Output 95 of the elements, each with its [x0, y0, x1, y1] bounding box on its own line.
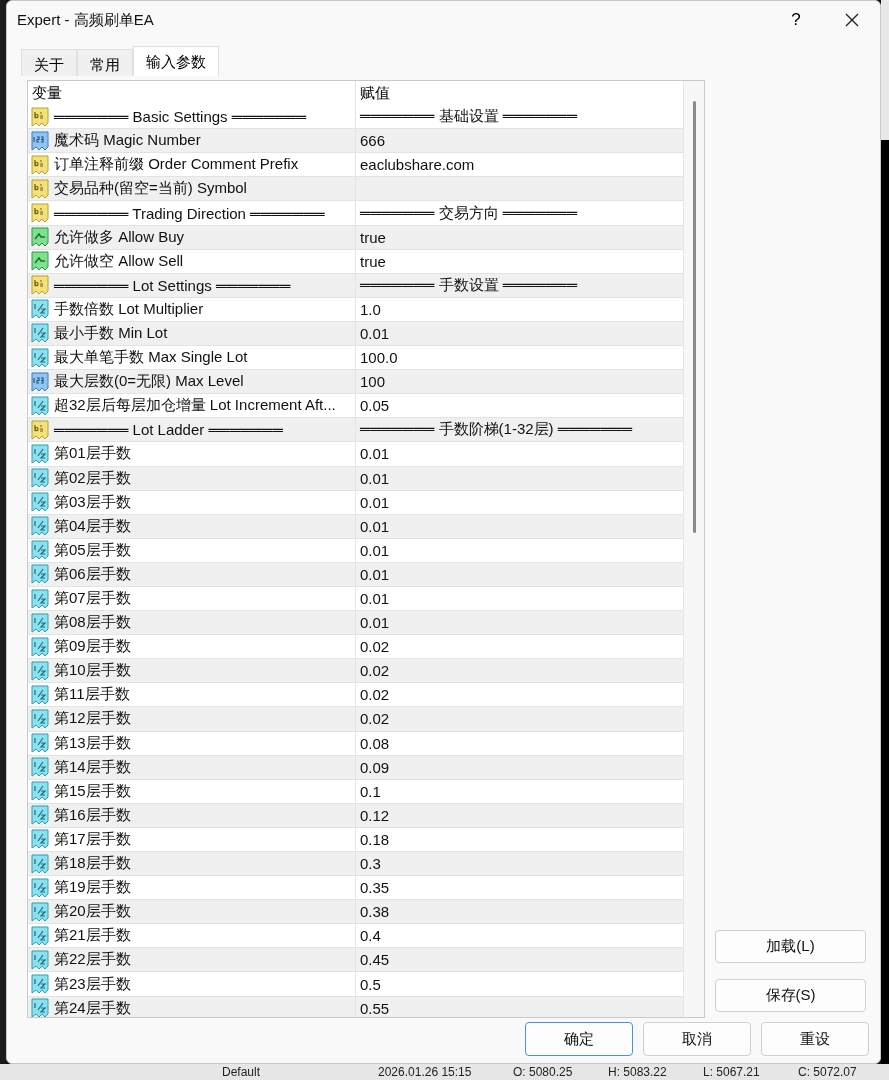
parameter-value[interactable]: 0.4	[360, 927, 381, 945]
parameter-name: 第07层手数	[54, 589, 131, 608]
parameter-value[interactable]: eaclubshare.com	[360, 156, 475, 174]
status-text: C: 5072.07	[798, 1064, 858, 1080]
parameter-value[interactable]: 0.08	[360, 734, 390, 752]
parameter-name: 第05层手数	[54, 540, 131, 560]
parameter-name: 魔术码 Magic Number	[54, 131, 201, 151]
parameter-name: 第18层手数	[54, 854, 131, 874]
parameter-name: 第20层手数	[54, 902, 131, 922]
parameter-value[interactable]: 0.01	[360, 325, 390, 342]
parameter-value[interactable]: 0.01	[360, 565, 390, 583]
parameter-name: 手数倍数 Lot Multiplier	[54, 299, 204, 319]
parameter-name: 允许做多 Allow Buy	[54, 227, 185, 247]
parameter-name: ═══════ Lot Settings ═══════	[54, 276, 291, 294]
parameter-value[interactable]: 0.01	[360, 590, 390, 607]
parameter-value[interactable]: 0.18	[360, 830, 390, 848]
parameter-value[interactable]: ═══════ 手数阶梯(1-32层) ═══════	[360, 420, 633, 440]
status-text: H: 5083.22	[608, 1064, 668, 1080]
parameter-name: 第22层手数	[54, 950, 131, 970]
parameter-name: 第06层手数	[54, 564, 131, 584]
parameter-value[interactable]: 0.45	[360, 951, 390, 969]
parameter-value[interactable]: 0.01	[360, 541, 390, 559]
parameter-name: 最小手数 Min Lot	[54, 324, 168, 343]
parameter-name: 第03层手数	[54, 492, 131, 512]
parameter-value[interactable]: 0.01	[360, 493, 390, 511]
status-text: L: 5067.21	[703, 1064, 761, 1080]
parameter-name: 第19层手数	[54, 878, 131, 898]
parameter-value[interactable]: 0.01	[360, 517, 390, 535]
status-text: Default	[222, 1064, 262, 1080]
parameter-name: 第04层手数	[54, 516, 131, 536]
tab[interactable]: 常用	[77, 49, 133, 76]
parameter-value[interactable]: 0.01	[360, 445, 390, 463]
parameter-value[interactable]: 0.02	[360, 662, 390, 680]
parameter-value[interactable]: 0.09	[360, 758, 390, 776]
parameter-value[interactable]: 100.0	[360, 349, 398, 367]
parameter-value[interactable]: 0.02	[360, 638, 390, 656]
help-button[interactable]: ?	[768, 1, 824, 39]
parameter-name: 第08层手数	[54, 613, 131, 633]
parameter-value[interactable]: 0.12	[360, 806, 390, 824]
parameter-value[interactable]: 666	[360, 132, 386, 150]
parameter-name: 第24层手数	[54, 998, 131, 1017]
parameter-name: 交易品种(留空=当前) Symbol	[54, 179, 247, 199]
parameter-name: 订单注释前缀 Order Comment Prefix	[54, 155, 299, 175]
close-icon	[844, 12, 860, 28]
parameter-name: 最大单笔手数 Max Single Lot	[54, 348, 248, 368]
parameter-name: 第13层手数	[54, 733, 131, 753]
parameter-name: 允许做空 Allow Sell	[54, 251, 184, 271]
parameter-name: 第12层手数	[54, 709, 131, 729]
parameter-value[interactable]: 0.02	[360, 686, 390, 704]
parameter-name: 第02层手数	[54, 468, 131, 488]
dialog-button[interactable]: 确定	[525, 1022, 633, 1056]
parameter-name: 第17层手数	[54, 829, 131, 849]
parameter-name: ═══════ Basic Settings ═══════	[54, 108, 307, 126]
side-button[interactable]: 加载(L)	[715, 930, 866, 963]
parameter-name: 第15层手数	[54, 781, 131, 801]
status-text: 2026.01.26 15:15	[378, 1064, 473, 1080]
parameter-value[interactable]: 0.05	[360, 397, 390, 415]
dialog-button[interactable]: 重设	[761, 1022, 869, 1056]
parameter-value[interactable]: 0.55	[360, 999, 390, 1017]
parameter-value[interactable]: 0.01	[360, 469, 390, 487]
parameter-name: 第14层手数	[54, 757, 131, 777]
parameter-name: 第21层手数	[54, 926, 131, 946]
status-text: O: 5080.25	[513, 1064, 574, 1080]
parameter-value[interactable]: 0.38	[360, 903, 390, 921]
column-header: 赋值	[359, 82, 391, 103]
scrollbar-thumb[interactable]	[692, 101, 696, 533]
side-button[interactable]: 保存(S)	[715, 979, 866, 1012]
parameter-name: 第09层手数	[54, 637, 131, 657]
parameter-name: 第10层手数	[54, 661, 131, 681]
parameter-value[interactable]: 0.01	[360, 614, 390, 632]
parameter-name: ═══════ Trading Direction ═══════	[54, 204, 325, 222]
parameter-value[interactable]: 0.3	[360, 855, 381, 873]
dialog-button[interactable]: 取消	[643, 1022, 751, 1056]
tab[interactable]: 关于	[21, 49, 77, 76]
parameter-value[interactable]: ═══════ 手数设置 ═══════	[360, 275, 578, 295]
parameter-value[interactable]: 0.02	[360, 710, 390, 728]
parameter-value[interactable]: 1.0	[360, 300, 381, 318]
parameter-name: 第23层手数	[54, 974, 131, 994]
scrollbar[interactable]	[683, 81, 704, 1017]
parameter-name: 第11层手数	[54, 685, 130, 705]
parameter-name: 第01层手数	[54, 444, 131, 464]
parameter-value[interactable]: ═══════ 交易方向 ═══════	[360, 203, 578, 223]
parameter-value[interactable]: true	[360, 228, 386, 246]
parameter-value[interactable]: 100	[360, 373, 386, 391]
parameter-value[interactable]: 0.5	[360, 975, 381, 993]
parameter-value[interactable]: 0.35	[360, 879, 390, 897]
tab[interactable]: 输入参数	[133, 46, 219, 76]
parameter-name: 第16层手数	[54, 805, 131, 825]
parameter-value[interactable]: 0.1	[360, 782, 381, 800]
parameter-name: ═══════ Lot Ladder ═══════	[54, 421, 283, 439]
parameter-name: 最大层数(0=无限) Max Level	[54, 372, 244, 392]
parameter-name: 超32层后每层加仓增量 Lot Increment Aft...	[54, 396, 336, 416]
window-title: Expert - 高频刷单EA	[17, 10, 155, 30]
parameter-value[interactable]: ═══════ 基础设置 ═══════	[360, 107, 578, 127]
parameter-value[interactable]: true	[360, 252, 386, 270]
